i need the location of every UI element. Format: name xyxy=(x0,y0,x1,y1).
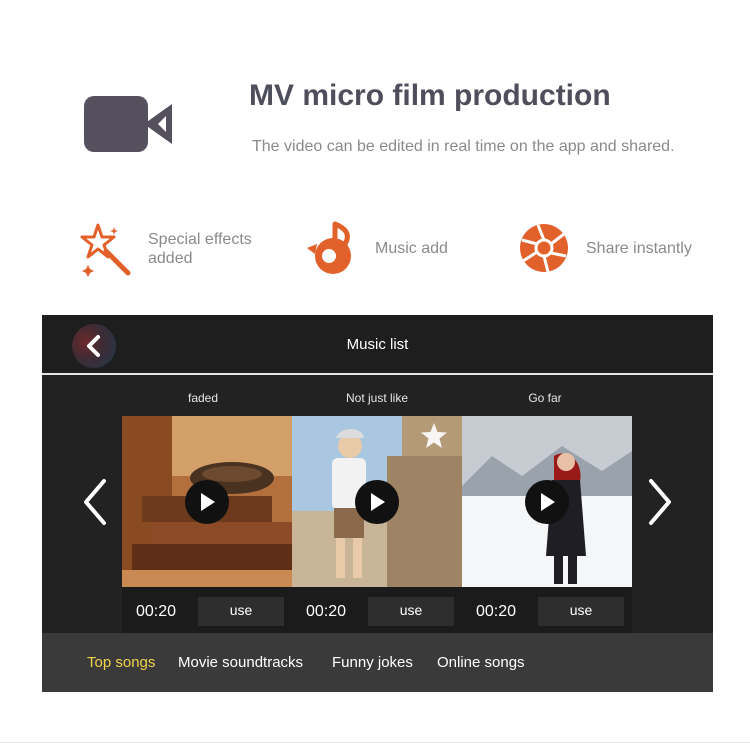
song-duration: 00:20 xyxy=(136,603,177,620)
panel-header: Music list xyxy=(42,315,713,375)
use-button[interactable]: use xyxy=(198,597,284,626)
song-footer: 00:20 use xyxy=(122,587,292,635)
song-thumbnail[interactable] xyxy=(122,416,292,587)
song-title: Go far xyxy=(528,391,562,405)
panel-title: Music list xyxy=(346,336,409,353)
song-title: faded xyxy=(187,391,219,405)
feature-label: Special effects added xyxy=(148,231,252,267)
music-list-panel: Music list faded 00:20 use Not just like xyxy=(42,315,713,692)
music-note-icon xyxy=(307,221,351,274)
song-duration: 00:20 xyxy=(306,603,347,620)
magic-wand-icon xyxy=(80,223,131,277)
song-duration: 00:20 xyxy=(476,603,517,620)
aperture-icon xyxy=(520,224,568,273)
star-icon[interactable] xyxy=(420,422,448,450)
page-subtitle: The video can be edited in real time on … xyxy=(252,138,675,155)
feature-label: Music add xyxy=(375,239,448,257)
tab-movie-soundtracks[interactable]: Movie soundtracks xyxy=(178,654,303,671)
video-camera-icon xyxy=(82,94,176,154)
song-thumbnail[interactable] xyxy=(292,416,462,587)
tab-funny-jokes[interactable]: Funny jokes xyxy=(332,654,413,671)
play-icon xyxy=(371,493,385,511)
feature-special-effects: Special effects added xyxy=(78,221,268,277)
feature-label: Share instantly xyxy=(586,239,692,257)
play-icon xyxy=(201,493,215,511)
previous-arrow-icon[interactable] xyxy=(80,477,110,527)
feature-music-add: Music add xyxy=(305,220,448,276)
song-footer: 00:20 use xyxy=(462,587,632,635)
play-button[interactable] xyxy=(525,480,569,524)
tab-online-songs[interactable]: Online songs xyxy=(437,654,525,671)
category-tabs: Top songs Movie soundtracks Funny jokes … xyxy=(42,633,713,692)
song-title: Not just like xyxy=(345,391,409,405)
use-button[interactable]: use xyxy=(368,597,454,626)
play-button[interactable] xyxy=(185,480,229,524)
song-footer: 00:20 use xyxy=(292,587,462,635)
next-arrow-icon[interactable] xyxy=(645,477,675,527)
play-icon xyxy=(541,493,555,511)
tab-top-songs[interactable]: Top songs xyxy=(87,654,155,671)
use-button[interactable]: use xyxy=(538,597,624,626)
feature-share-instantly: Share instantly xyxy=(516,220,692,276)
divider xyxy=(0,742,750,743)
page-title: MV micro film production xyxy=(249,79,611,112)
song-thumbnail[interactable] xyxy=(462,416,632,587)
play-button[interactable] xyxy=(355,480,399,524)
